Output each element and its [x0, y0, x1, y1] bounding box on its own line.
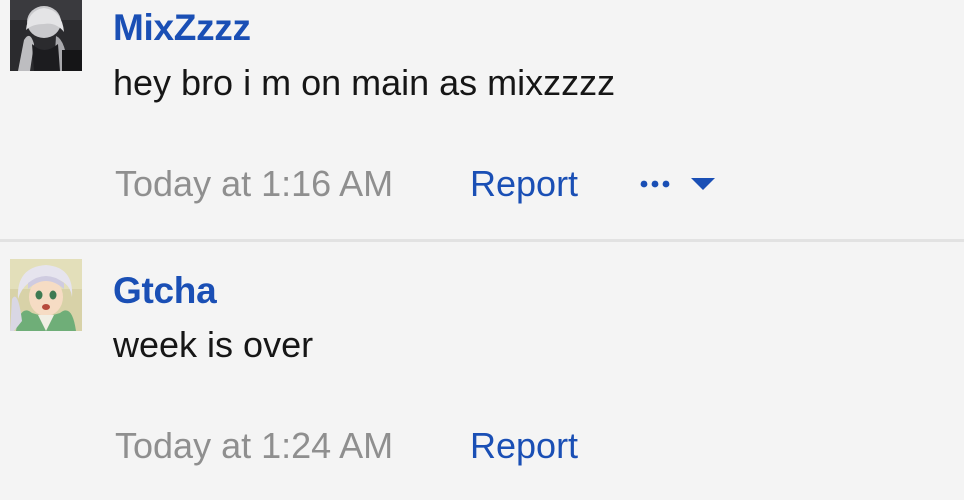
report-link[interactable]: Report	[470, 425, 640, 467]
ellipsis-caret-icon	[640, 178, 715, 190]
message-footer: Today at 1:16 AM Report	[115, 162, 716, 206]
avatar[interactable]	[10, 259, 82, 331]
timestamp[interactable]: Today at 1:16 AM	[115, 163, 470, 205]
report-link[interactable]: Report	[470, 163, 640, 205]
message-text: hey bro i m on main as mixzzzz	[113, 62, 616, 103]
timestamp[interactable]: Today at 1:24 AM	[115, 425, 470, 467]
avatar-image	[10, 0, 82, 71]
more-options-button[interactable]	[640, 169, 716, 199]
message-item: Gtcha week is over Today at 1:24 AM Repo…	[0, 242, 964, 500]
username-link[interactable]: MixZzzz	[113, 7, 251, 49]
message-item: MixZzzz hey bro i m on main as mixzzzz T…	[0, 0, 964, 240]
message-text: week is over	[113, 324, 314, 365]
avatar[interactable]	[10, 0, 82, 71]
username-link[interactable]: Gtcha	[113, 270, 217, 312]
avatar-image	[10, 259, 82, 331]
message-footer: Today at 1:24 AM Report	[115, 424, 640, 468]
